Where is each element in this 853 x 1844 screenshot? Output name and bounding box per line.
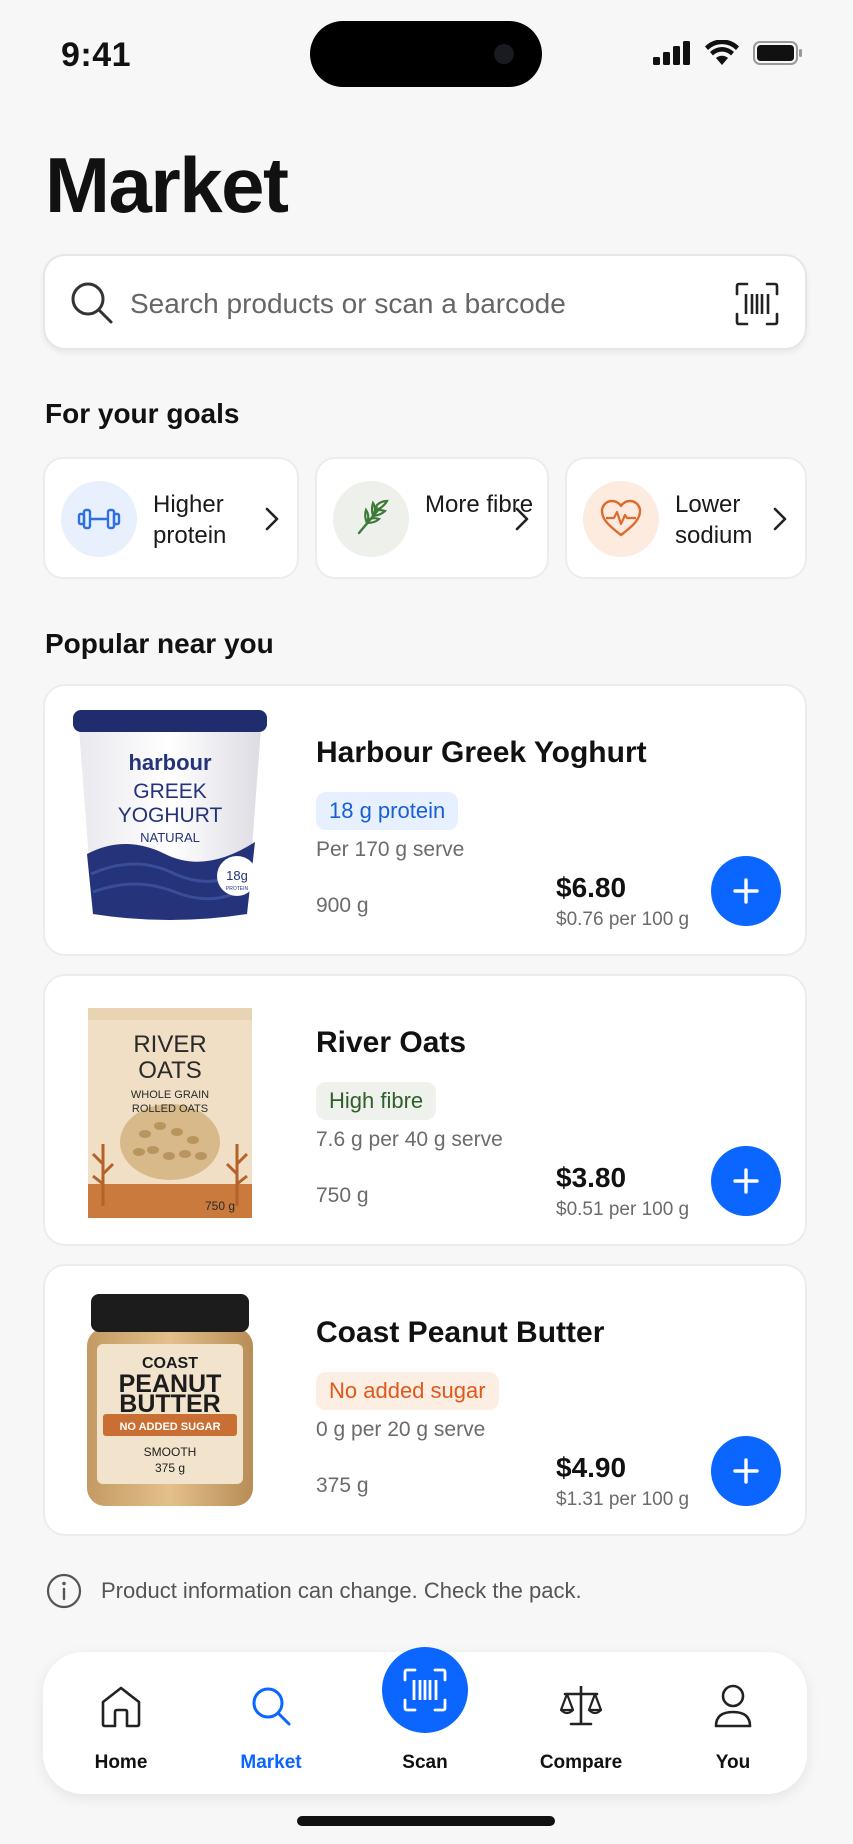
nutrition-tag: High fibre	[316, 1082, 437, 1120]
chevron-right-icon	[265, 507, 279, 531]
goal-higher-protein[interactable]: Higher protein	[43, 457, 299, 579]
svg-text:NO ADDED SUGAR: NO ADDED SUGAR	[119, 1421, 220, 1433]
goal-label: Higher protein	[153, 491, 227, 549]
goals-section-title: For your goals	[45, 398, 240, 429]
svg-text:OATS: OATS	[138, 1057, 202, 1084]
add-to-cart-button[interactable]	[711, 856, 781, 926]
nav-label: Home	[94, 1752, 148, 1773]
product-name: Harbour Greek Yoghurt	[316, 736, 647, 769]
disclaimer: Product information can change. Check th…	[45, 1572, 582, 1610]
cellular-signal-icon	[653, 41, 690, 65]
product-price: $4.90	[556, 1452, 627, 1483]
product-card-coast-peanut-butter[interactable]: COAST PEANUT BUTTER NO ADDED SUGAR SMOOT…	[43, 1264, 807, 1536]
svg-text:BUTTER: BUTTER	[119, 1390, 220, 1418]
add-to-cart-button[interactable]	[711, 1436, 781, 1506]
nutrition-tag: No added sugar	[316, 1372, 499, 1410]
nav-label: Market	[240, 1752, 302, 1773]
info-icon	[46, 1573, 82, 1609]
nav-market[interactable]: Market	[211, 1652, 331, 1794]
yoghurt-tub-image: harbour GREEK YOGHURT NATURAL 18g PROTEI…	[73, 710, 267, 920]
serve-info: 0 g per 20 g serve	[316, 1418, 486, 1441]
home-icon	[101, 1686, 141, 1728]
plus-icon	[733, 1458, 759, 1484]
status-time: 9:41	[61, 36, 132, 74]
svg-text:YOGHURT: YOGHURT	[118, 804, 223, 827]
svg-text:ROLLED OATS: ROLLED OATS	[132, 1103, 208, 1115]
add-to-cart-button[interactable]	[711, 1146, 781, 1216]
heart-pulse-icon	[583, 481, 659, 557]
unit-price: $1.31 per 100 g	[556, 1489, 690, 1510]
page-title: Market	[45, 141, 289, 229]
plus-icon	[733, 1168, 759, 1194]
svg-text:18g: 18g	[226, 868, 248, 883]
product-price: $3.80	[556, 1162, 627, 1193]
scale-icon	[559, 1686, 603, 1726]
product-name: River Oats	[316, 1026, 467, 1059]
product-size: 900 g	[316, 894, 369, 917]
popular-section-title: Popular near you	[45, 628, 274, 659]
status-icons	[653, 40, 803, 66]
peanut-butter-jar-image: COAST PEANUT BUTTER NO ADDED SUGAR SMOOT…	[87, 1294, 253, 1506]
nav-label: Compare	[539, 1752, 623, 1773]
search-icon	[252, 1687, 291, 1726]
serve-info: 7.6 g per 40 g serve	[316, 1128, 503, 1151]
battery-icon	[753, 41, 802, 65]
disclaimer-text: Product information can change. Check th…	[101, 1578, 582, 1603]
dumbbell-icon	[61, 481, 137, 557]
svg-text:NATURAL: NATURAL	[140, 830, 200, 845]
product-size: 750 g	[316, 1184, 369, 1207]
search-input[interactable]	[130, 280, 730, 328]
person-icon	[714, 1684, 752, 1728]
svg-text:SMOOTH: SMOOTH	[144, 1445, 197, 1459]
nav-home[interactable]: Home	[61, 1652, 181, 1794]
leaf-icon	[333, 481, 409, 557]
unit-price: $0.76 per 100 g	[556, 909, 690, 930]
svg-text:harbour: harbour	[128, 750, 212, 775]
product-size: 375 g	[316, 1474, 369, 1497]
search-bar[interactable]	[43, 254, 807, 350]
nutrition-tag: 18 g protein	[316, 792, 459, 830]
dynamic-island	[310, 21, 542, 87]
nav-label: You	[715, 1752, 751, 1773]
goal-more-fibre[interactable]: More fibre	[315, 457, 549, 579]
product-card-river-oats[interactable]: RIVER OATS WHOLE GRAIN ROLLED OATS 750 g…	[43, 974, 807, 1246]
svg-text:750 g: 750 g	[205, 1199, 235, 1213]
svg-text:WHOLE GRAIN: WHOLE GRAIN	[131, 1089, 209, 1101]
svg-text:PROTEIN: PROTEIN	[226, 886, 249, 892]
serve-info: Per 170 g serve	[316, 838, 465, 861]
home-indicator	[297, 1816, 555, 1826]
oats-bag-image: RIVER OATS WHOLE GRAIN ROLLED OATS 750 g	[88, 1008, 252, 1218]
chevron-right-icon	[515, 507, 529, 531]
nav-label: Scan	[402, 1752, 448, 1773]
product-card-harbour-greek-yoghurt[interactable]: harbour GREEK YOGHURT NATURAL 18g PROTEI…	[43, 684, 807, 956]
search-icon	[71, 282, 113, 324]
svg-text:375 g: 375 g	[155, 1461, 185, 1475]
scan-fab-button[interactable]	[382, 1647, 468, 1733]
barcode-scan-icon[interactable]	[735, 282, 779, 326]
product-price: $6.80	[556, 872, 627, 903]
unit-price: $0.51 per 100 g	[556, 1199, 690, 1220]
barcode-scan-icon	[403, 1668, 447, 1712]
product-name: Coast Peanut Butter	[316, 1316, 605, 1349]
wifi-icon	[705, 40, 739, 65]
nav-compare[interactable]: Compare	[521, 1652, 641, 1794]
chevron-right-icon	[773, 507, 787, 531]
status-bar: 9:41	[0, 0, 853, 100]
goal-lower-sodium[interactable]: Lower sodium	[565, 457, 807, 579]
svg-text:GREEK: GREEK	[133, 780, 207, 803]
svg-text:RIVER: RIVER	[133, 1031, 206, 1058]
nav-you[interactable]: You	[673, 1652, 793, 1794]
plus-icon	[733, 878, 759, 904]
